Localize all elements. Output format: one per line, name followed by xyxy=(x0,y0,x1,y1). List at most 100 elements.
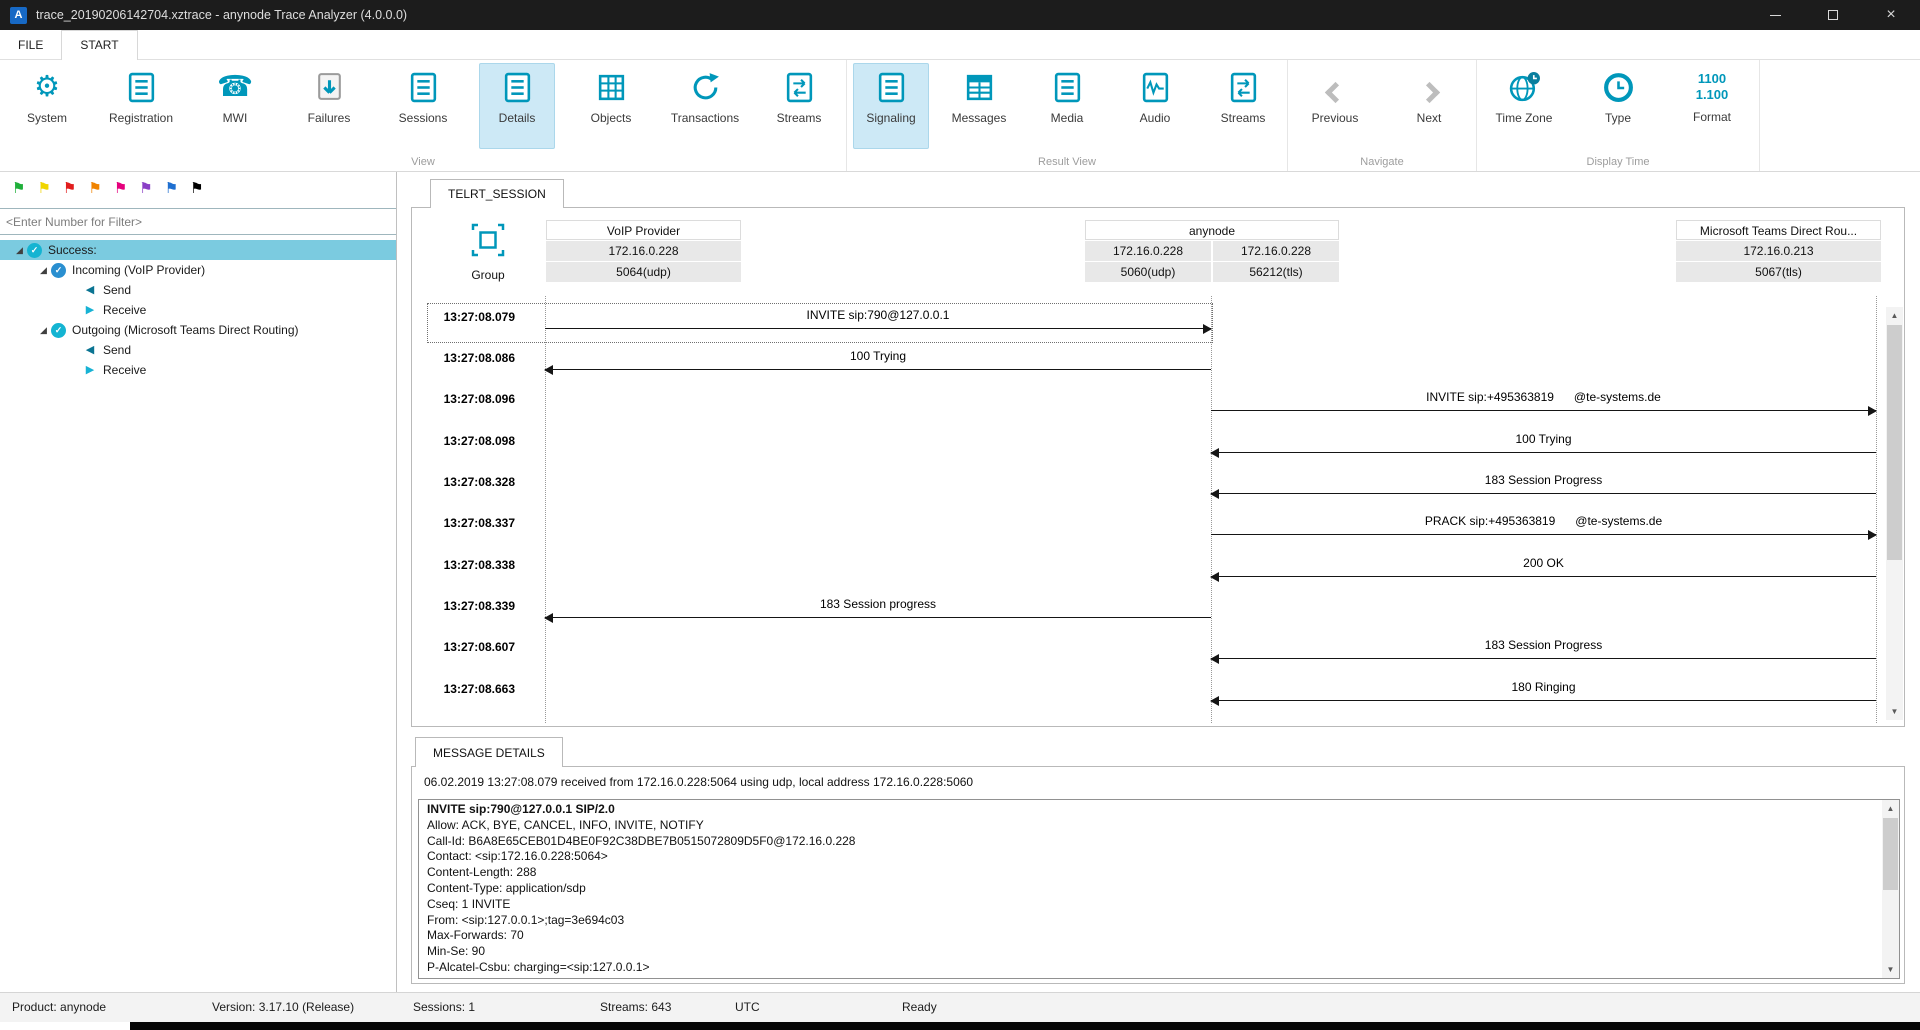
signaling-button[interactable]: Signaling xyxy=(847,63,935,149)
message-row[interactable]: 13:27:08.098 100 Trying xyxy=(431,431,1876,471)
maximize-button[interactable] xyxy=(1804,0,1862,30)
receive-arrow-icon: ▶ xyxy=(85,363,95,376)
scroll-up-icon[interactable]: ▲ xyxy=(1886,307,1903,324)
status-streams: Streams: 643 xyxy=(600,1000,672,1014)
tree-item-success[interactable]: ◢ ✓ Success: xyxy=(0,240,396,260)
table-grid-icon xyxy=(593,69,629,105)
tree-item-incoming-send[interactable]: ◀ Send xyxy=(0,280,396,300)
tree-item-outgoing-receive[interactable]: ▶ Receive xyxy=(0,360,396,380)
scroll-down-icon[interactable]: ▼ xyxy=(1886,703,1903,720)
message-arrow xyxy=(545,324,1212,334)
details-scrollbar[interactable]: ▲ ▼ xyxy=(1882,800,1899,978)
scroll-down-icon[interactable]: ▼ xyxy=(1882,961,1899,978)
message-row[interactable]: 13:27:08.086 100 Trying xyxy=(431,348,1876,388)
message-arrow xyxy=(1210,489,1876,499)
flag-black-icon[interactable]: ⚑ xyxy=(190,181,203,196)
messages-button[interactable]: Messages xyxy=(935,63,1023,149)
message-row[interactable]: 13:27:08.096 INVITE sip:+495363819 @te-s… xyxy=(431,389,1877,429)
flag-yellow-icon[interactable]: ⚑ xyxy=(37,181,50,196)
lifeline-teams xyxy=(1876,296,1877,723)
button-label: Audio xyxy=(1139,111,1171,125)
button-label: MWI xyxy=(222,111,248,125)
flag-red-icon[interactable]: ⚑ xyxy=(63,181,76,196)
sessions-button[interactable]: Sessions xyxy=(376,63,470,149)
mwi-button[interactable]: ☎ MWI xyxy=(188,63,282,149)
incoming-check-icon: ✓ xyxy=(51,262,66,278)
tab-message-details[interactable]: MESSAGE DETAILS xyxy=(415,737,563,767)
previous-button[interactable]: Previous xyxy=(1288,63,1382,149)
flag-magenta-icon[interactable]: ⚑ xyxy=(114,181,127,196)
flag-blue-icon[interactable]: ⚑ xyxy=(165,181,178,196)
tree-item-incoming[interactable]: ◢ ✓ Incoming (VoIP Provider) xyxy=(0,260,396,280)
message-row[interactable]: 13:27:08.338 200 OK xyxy=(431,555,1876,595)
sip-message-body: INVITE sip:790@127.0.0.1 SIP/2.0 Allow: … xyxy=(418,799,1900,979)
chevron-left-icon xyxy=(1317,69,1353,105)
scroll-up-icon[interactable]: ▲ xyxy=(1882,800,1899,817)
tab-telrt-session[interactable]: TELRT_SESSION xyxy=(430,179,564,208)
refresh-arrows-icon xyxy=(687,69,723,105)
receive-arrow-icon: ▶ xyxy=(85,303,95,316)
audio-button[interactable]: Audio xyxy=(1111,63,1199,149)
sequence-scrollbar[interactable]: ▲ ▼ xyxy=(1886,307,1903,720)
tree-item-incoming-receive[interactable]: ▶ Receive xyxy=(0,300,396,320)
tab-start[interactable]: START xyxy=(61,30,138,60)
minimize-button[interactable] xyxy=(1746,0,1804,30)
message-arrow xyxy=(1211,530,1877,540)
group-column-header[interactable]: Group xyxy=(459,220,517,282)
system-button[interactable]: ⚙ System xyxy=(0,63,94,149)
window-controls: × xyxy=(1746,0,1920,30)
media-button[interactable]: Media xyxy=(1023,63,1111,149)
sip-header-line: Min-Se: 90 xyxy=(427,944,486,959)
message-row[interactable]: 13:27:08.337 PRACK sip:+495363819 @te-sy… xyxy=(431,513,1877,553)
objects-button[interactable]: Objects xyxy=(564,63,658,149)
button-label: Transactions xyxy=(670,111,740,125)
message-row[interactable]: 13:27:08.079 INVITE sip:790@127.0.0.1 xyxy=(431,307,1876,347)
tree-item-outgoing[interactable]: ◢ ✓ Outgoing (Microsoft Teams Direct Rou… xyxy=(0,320,396,340)
streams-result-button[interactable]: Streams xyxy=(1199,63,1287,149)
signaling-sequence-diagram: Group VoIP Provider 172.16.0.228 5064(ud… xyxy=(411,207,1905,727)
message-time: 13:27:08.337 xyxy=(443,516,515,530)
anynode-trace-analyzer-window: A trace_20190206142704.xztrace - anynode… xyxy=(0,0,1920,1030)
ribbon-group-view: ⚙ System Registration ☎ MWI Failures Ses… xyxy=(0,60,847,171)
message-row[interactable]: 13:27:08.339 183 Session progress xyxy=(431,596,1876,636)
sip-header-line: From: <sip:127.0.0.1>;tag=3e694c03 xyxy=(427,912,625,927)
flag-orange-icon[interactable]: ⚑ xyxy=(88,181,101,196)
ribbon-tab-strip: FILE START xyxy=(0,30,1920,60)
transactions-button[interactable]: Transactions xyxy=(658,63,752,149)
flag-purple-icon[interactable]: ⚑ xyxy=(139,181,152,196)
button-label: Failures xyxy=(307,111,351,125)
message-row[interactable]: 13:27:08.663 180 Ringing xyxy=(431,679,1876,719)
tree-item-outgoing-send[interactable]: ◀ Send xyxy=(0,340,396,360)
button-label: Type xyxy=(1604,111,1631,125)
close-button[interactable]: × xyxy=(1862,0,1920,30)
tree-item-label: Outgoing (Microsoft Teams Direct Routing… xyxy=(72,323,299,337)
next-button[interactable]: Next xyxy=(1382,63,1476,149)
number-filter-input[interactable] xyxy=(0,208,396,235)
format-button[interactable]: 1100 1.100 Format xyxy=(1665,63,1759,149)
scroll-thumb[interactable] xyxy=(1887,325,1902,560)
details-button[interactable]: Details xyxy=(470,63,564,149)
message-label: 183 Session Progress xyxy=(1484,473,1603,487)
scroll-thumb[interactable] xyxy=(1883,818,1898,890)
tab-file[interactable]: FILE xyxy=(0,31,61,59)
message-row[interactable]: 13:27:08.328 183 Session Progress xyxy=(431,472,1876,512)
expander-icon[interactable]: ◢ xyxy=(36,325,51,335)
expander-icon[interactable]: ◢ xyxy=(36,265,51,275)
document-lines-icon xyxy=(1049,69,1085,105)
message-time: 13:27:08.339 xyxy=(443,599,515,613)
group-icon xyxy=(471,223,505,257)
stream-arrows-document-icon xyxy=(781,69,817,105)
message-row[interactable]: 13:27:08.607 183 Session Progress xyxy=(431,637,1876,677)
time-zone-button[interactable]: Time Zone xyxy=(1477,63,1571,149)
streams-button[interactable]: Streams xyxy=(752,63,846,149)
message-label: 183 Session Progress xyxy=(1484,638,1603,652)
flag-green-icon[interactable]: ⚑ xyxy=(12,181,25,196)
expander-icon[interactable]: ◢ xyxy=(12,245,27,255)
registration-button[interactable]: Registration xyxy=(94,63,188,149)
tree-item-label: Incoming (VoIP Provider) xyxy=(72,263,206,277)
failures-button[interactable]: Failures xyxy=(282,63,376,149)
type-button[interactable]: Type xyxy=(1571,63,1665,149)
session-tree: ◢ ✓ Success: ◢ ✓ Incoming (VoIP Provider… xyxy=(0,240,396,380)
message-time: 13:27:08.607 xyxy=(443,640,515,654)
flag-filter-bar: ⚑ ⚑ ⚑ ⚑ ⚑ ⚑ ⚑ ⚑ xyxy=(0,172,396,201)
